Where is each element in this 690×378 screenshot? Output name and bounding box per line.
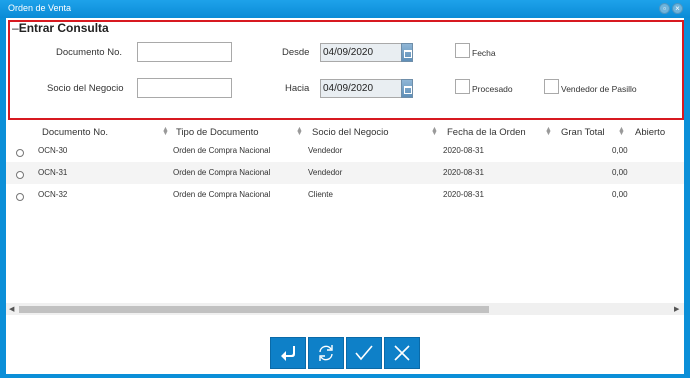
fecha-checkbox[interactable] — [455, 43, 470, 58]
cancel-button[interactable] — [384, 337, 420, 369]
sort-icon[interactable]: ▲ ▼ — [431, 126, 438, 137]
cell-socio: Vendedor — [308, 168, 343, 177]
cell-total: 0,00 — [612, 190, 628, 199]
row-select-radio[interactable] — [16, 171, 24, 179]
cell-documento: OCN-31 — [38, 168, 68, 177]
col-header-fecha[interactable]: Fecha de la Orden — [447, 127, 526, 138]
cell-documento: OCN-30 — [38, 146, 68, 155]
cell-tipo: Orden de Compra Nacional — [173, 146, 271, 155]
grid-header: Documento No. ▲ ▼ Tipo de Documento ▲ ▼ So… — [6, 122, 684, 140]
dialog-content: –Entrar Consulta Documento No. Socio del… — [6, 18, 684, 374]
cell-total: 0,00 — [612, 146, 628, 155]
title-bar[interactable]: Orden de Venta ▫ × — [0, 0, 690, 18]
query-panel: –Entrar Consulta Documento No. Socio del… — [8, 20, 684, 120]
vendedor-pasillo-checkbox-label: Vendedor de Pasillo — [561, 84, 637, 94]
sort-icon[interactable]: ▲ ▼ — [545, 126, 552, 137]
scrollbar-thumb[interactable] — [19, 306, 489, 313]
col-header-abierto[interactable]: Abierto — [635, 127, 665, 138]
col-header-documento[interactable]: Documento No. — [42, 127, 108, 138]
table-row[interactable]: OCN-30 Orden de Compra Nacional Vendedor… — [6, 140, 684, 162]
documento-input[interactable] — [137, 42, 232, 62]
close-icon[interactable]: × — [672, 3, 683, 14]
cell-documento: OCN-32 — [38, 190, 68, 199]
refresh-icon — [319, 345, 333, 361]
table-row[interactable]: OCN-32 Orden de Compra Nacional Cliente … — [6, 184, 684, 206]
scroll-right-icon[interactable]: ▶ — [674, 305, 679, 313]
desde-date-input[interactable]: 04/09/2020 — [320, 43, 402, 62]
maximize-icon[interactable]: ▫ — [659, 3, 670, 14]
window-title: Orden de Venta — [8, 3, 72, 13]
hacia-date-input[interactable]: 04/09/2020 — [320, 79, 402, 98]
query-panel-title-text: Entrar Consulta — [18, 21, 109, 35]
procesado-checkbox[interactable] — [455, 79, 470, 94]
back-button[interactable] — [270, 337, 306, 369]
scroll-left-icon[interactable]: ◀ — [9, 305, 14, 313]
socio-input[interactable] — [137, 78, 232, 98]
socio-label: Socio del Negocio — [47, 83, 124, 94]
back-arrow-icon — [281, 346, 295, 361]
ok-check-icon — [355, 345, 373, 361]
table-row[interactable]: OCN-31 Orden de Compra Nacional Vendedor… — [6, 162, 684, 184]
query-panel-title[interactable]: –Entrar Consulta — [12, 21, 109, 35]
col-header-socio[interactable]: Socio del Negocio — [312, 127, 389, 138]
row-select-radio[interactable] — [16, 149, 24, 157]
hacia-calendar-icon[interactable] — [401, 79, 413, 98]
vendedor-pasillo-checkbox[interactable] — [544, 79, 559, 94]
cell-tipo: Orden de Compra Nacional — [173, 168, 271, 177]
col-header-tipo[interactable]: Tipo de Documento — [176, 127, 259, 138]
cell-socio: Cliente — [308, 190, 333, 199]
cell-fecha: 2020-08-31 — [443, 190, 484, 199]
hacia-label: Hacia — [285, 83, 310, 94]
refresh-button[interactable] — [308, 337, 344, 369]
desde-calendar-icon[interactable] — [401, 43, 413, 62]
dialog-window: Orden de Venta ▫ × –Entrar Consulta Docu… — [0, 0, 690, 378]
ok-button[interactable] — [346, 337, 382, 369]
cell-total: 0,00 — [612, 168, 628, 177]
cell-tipo: Orden de Compra Nacional — [173, 190, 271, 199]
collapse-dash[interactable]: – — [12, 21, 19, 35]
col-header-total[interactable]: Gran Total — [561, 127, 605, 138]
sort-icon[interactable]: ▲ ▼ — [162, 126, 169, 137]
sort-icon[interactable]: ▲ ▼ — [296, 126, 303, 137]
cell-socio: Vendedor — [308, 146, 343, 155]
horizontal-scrollbar[interactable]: ◀ ▶ — [6, 303, 684, 315]
documento-label: Documento No. — [56, 47, 123, 58]
row-select-radio[interactable] — [16, 193, 24, 201]
procesado-checkbox-label: Procesado — [472, 84, 513, 94]
cancel-x-icon — [394, 345, 410, 361]
sort-icon[interactable]: ▲ ▼ — [618, 126, 625, 137]
cell-fecha: 2020-08-31 — [443, 168, 484, 177]
desde-label: Desde — [282, 47, 310, 58]
fecha-checkbox-label: Fecha — [472, 48, 496, 58]
cell-fecha: 2020-08-31 — [443, 146, 484, 155]
